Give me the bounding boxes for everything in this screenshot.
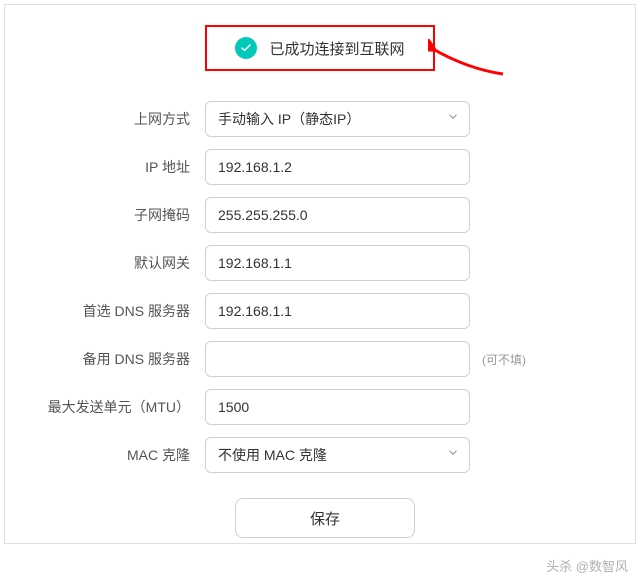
settings-panel: 已成功连接到互联网 上网方式 手动输入 IP（静态IP） IP 地址 子网掩码 … xyxy=(4,4,636,544)
input-primary-dns[interactable] xyxy=(205,293,470,329)
arrow-annotation-icon xyxy=(428,39,508,79)
input-ip-address[interactable] xyxy=(205,149,470,185)
label-connection-method: 上网方式 xyxy=(35,109,205,129)
row-mtu: 最大发送单元（MTU） xyxy=(35,389,605,425)
watermark-text: 头杀 @数智风 xyxy=(546,556,628,575)
label-primary-dns: 首选 DNS 服务器 xyxy=(35,301,205,321)
check-icon xyxy=(235,37,257,59)
row-connection-method: 上网方式 手动输入 IP（静态IP） xyxy=(35,101,605,137)
row-secondary-dns: 备用 DNS 服务器 (可不填) xyxy=(35,341,605,377)
label-mac-clone: MAC 克隆 xyxy=(35,445,205,465)
label-mtu: 最大发送单元（MTU） xyxy=(35,397,205,417)
row-mac-clone: MAC 克隆 不使用 MAC 克隆 xyxy=(35,437,605,473)
label-subnet-mask: 子网掩码 xyxy=(35,205,205,225)
status-text: 已成功连接到互联网 xyxy=(269,38,404,59)
row-primary-dns: 首选 DNS 服务器 xyxy=(35,293,605,329)
input-subnet-mask[interactable] xyxy=(205,197,470,233)
connection-status-banner: 已成功连接到互联网 xyxy=(205,25,435,71)
hint-secondary-dns: (可不填) xyxy=(482,351,526,368)
label-default-gateway: 默认网关 xyxy=(35,253,205,273)
row-ip-address: IP 地址 xyxy=(35,149,605,185)
input-secondary-dns[interactable] xyxy=(205,341,470,377)
label-secondary-dns: 备用 DNS 服务器 xyxy=(35,349,205,369)
label-ip-address: IP 地址 xyxy=(35,157,205,177)
input-default-gateway[interactable] xyxy=(205,245,470,281)
select-mac-clone[interactable]: 不使用 MAC 克隆 xyxy=(205,437,470,473)
row-default-gateway: 默认网关 xyxy=(35,245,605,281)
row-subnet-mask: 子网掩码 xyxy=(35,197,605,233)
input-mtu[interactable] xyxy=(205,389,470,425)
save-button[interactable]: 保存 xyxy=(235,498,415,538)
select-connection-method[interactable]: 手动输入 IP（静态IP） xyxy=(205,101,470,137)
